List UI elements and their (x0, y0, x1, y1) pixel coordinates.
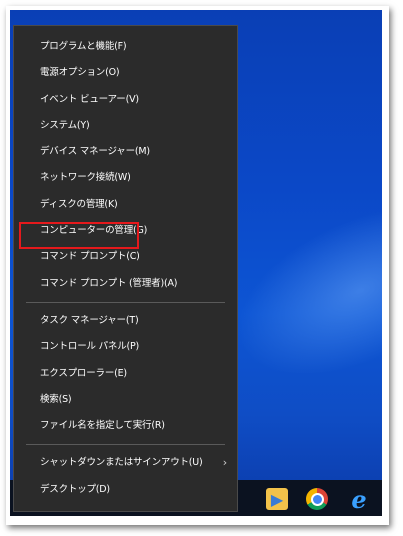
internet-explorer-icon[interactable]: e (348, 485, 370, 514)
menu-item-programs[interactable]: プログラムと機能(F) (14, 34, 237, 60)
menu-item-search[interactable]: 検索(S) (14, 387, 237, 413)
winx-context-menu: プログラムと機能(F) 電源オプション(O) イベント ビューアー(V) システ… (13, 25, 238, 512)
menu-item-event-viewer[interactable]: イベント ビューアー(V) (14, 87, 237, 113)
menu-item-explorer[interactable]: エクスプローラー(E) (14, 361, 237, 387)
menu-item-command-prompt-admin[interactable]: コマンド プロンプト (管理者)(A) (14, 271, 237, 297)
chrome-icon[interactable] (306, 488, 328, 510)
menu-item-control-panel[interactable]: コントロール パネル(P) (14, 334, 237, 360)
menu-item-device-manager[interactable]: デバイス マネージャー(M) (14, 139, 237, 165)
menu-item-shutdown-signout[interactable]: シャットダウンまたはサインアウト(U) › (14, 450, 237, 476)
menu-item-desktop[interactable]: デスクトップ(D) (14, 477, 237, 503)
menu-item-label: シャットダウンまたはサインアウト(U) (40, 457, 203, 469)
menu-item-system[interactable]: システム(Y) (14, 113, 237, 139)
menu-item-run[interactable]: ファイル名を指定して実行(R) (14, 413, 237, 439)
menu-separator (26, 444, 225, 446)
menu-item-disk-management[interactable]: ディスクの管理(K) (14, 192, 237, 218)
menu-item-network-connections[interactable]: ネットワーク接続(W) (14, 165, 237, 191)
chevron-right-icon: › (222, 456, 227, 470)
highlight-box-computer-management (19, 222, 139, 249)
menu-separator (26, 301, 225, 303)
menu-item-power-options[interactable]: 電源オプション(O) (14, 60, 237, 86)
folder-media-icon[interactable]: ▶ (266, 488, 288, 510)
menu-item-task-manager[interactable]: タスク マネージャー(T) (14, 308, 237, 334)
